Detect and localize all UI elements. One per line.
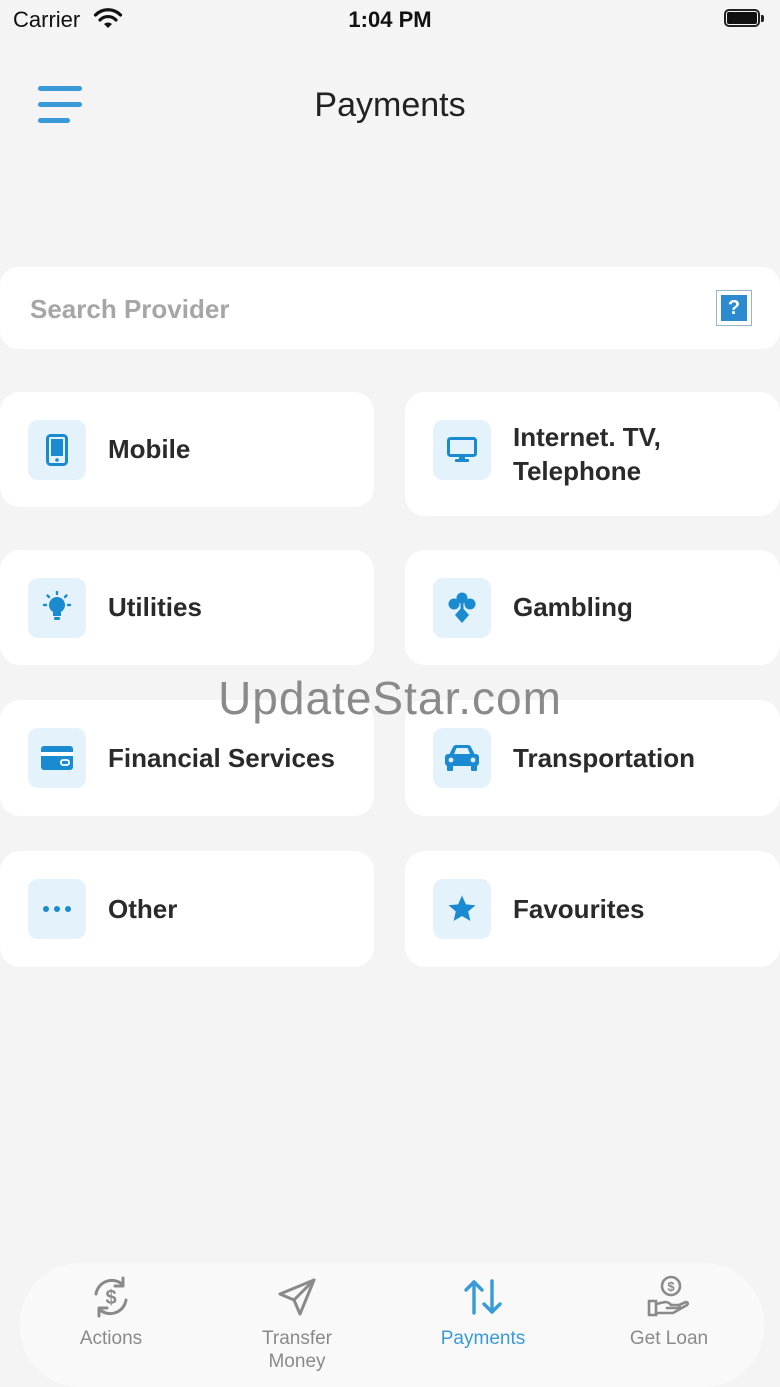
category-favourites[interactable]: Favourites — [405, 851, 780, 967]
tab-label: Payments — [440, 1328, 526, 1349]
category-mobile[interactable]: Mobile — [0, 392, 374, 507]
tab-actions[interactable]: $ Actions — [16, 1275, 206, 1350]
card-suits-icon — [433, 578, 491, 638]
help-icon[interactable]: ? — [716, 290, 752, 326]
mobile-phone-icon — [28, 420, 86, 480]
category-gambling[interactable]: Gambling — [405, 550, 780, 665]
hand-coin-icon: $ — [574, 1275, 764, 1319]
star-icon — [433, 879, 491, 939]
category-label-line: Telephone — [513, 456, 642, 486]
category-label: Internet. TV, Telephone — [513, 420, 661, 488]
category-label: Financial Services — [108, 743, 335, 773]
category-internet-tv-telephone[interactable]: Internet. TV, Telephone — [405, 392, 780, 516]
category-label: Gambling — [513, 592, 633, 622]
status-time: 1:04 PM — [348, 7, 432, 32]
category-label: Favourites — [513, 894, 645, 924]
category-utilities[interactable]: Utilities — [0, 550, 374, 665]
category-label: Utilities — [108, 592, 202, 622]
search-provider-input[interactable] — [28, 287, 692, 331]
battery-icon — [724, 9, 764, 29]
credit-card-icon — [28, 728, 86, 788]
dollar-refresh-icon: $ — [16, 1275, 206, 1319]
tab-get-loan[interactable]: $ Get Loan — [574, 1275, 764, 1350]
category-label: Transportation — [513, 743, 696, 773]
tab-label-line: Money — [268, 1351, 326, 1372]
tab-transfer-money[interactable]: Transfer Money — [202, 1275, 392, 1373]
svg-text:$: $ — [667, 1279, 675, 1294]
tab-label-line: Transfer — [261, 1328, 333, 1349]
page-title: Payments — [314, 86, 466, 124]
tab-label: Transfer Money — [202, 1327, 392, 1373]
watermark: UpdateStar.com — [218, 672, 562, 724]
category-label: Other — [108, 894, 178, 924]
status-bar: Carrier 1:04 PM — [0, 0, 780, 40]
car-icon — [433, 728, 491, 788]
search-provider-box — [0, 267, 780, 349]
help-icon-label: ? — [721, 295, 747, 321]
more-dots-icon — [28, 879, 86, 939]
up-down-arrows-icon — [388, 1275, 578, 1319]
tab-label: Get Loan — [629, 1328, 709, 1349]
tab-payments[interactable]: Payments — [388, 1275, 578, 1350]
monitor-icon — [433, 420, 491, 480]
category-label-line: Internet. TV, — [513, 422, 661, 452]
svg-text:$: $ — [105, 1287, 116, 1309]
category-other[interactable]: Other — [0, 851, 374, 967]
tab-label: Actions — [79, 1328, 143, 1349]
paper-plane-icon — [202, 1275, 392, 1319]
category-label: Mobile — [108, 434, 191, 464]
lightbulb-icon — [28, 578, 86, 638]
